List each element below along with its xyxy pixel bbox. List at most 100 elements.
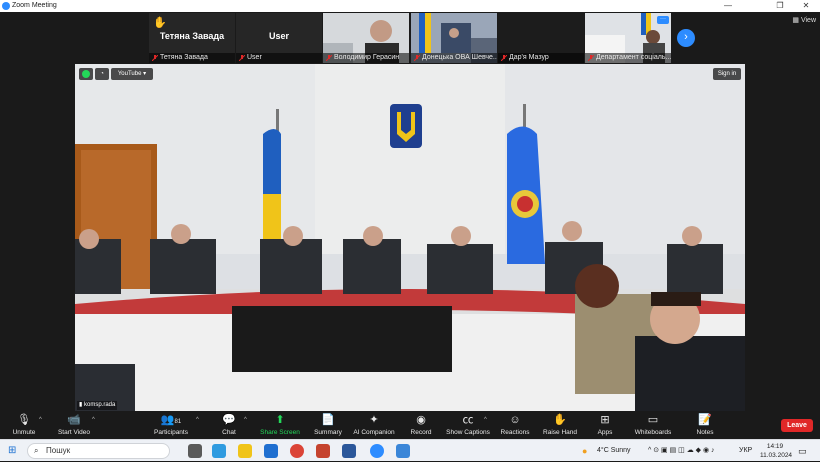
speaker-name: komsp.rada: [83, 402, 116, 408]
muted-mic-icon: [326, 55, 332, 61]
view-button[interactable]: ▦ View: [792, 16, 816, 24]
next-page-button[interactable]: ›: [677, 29, 695, 47]
zoom-logo-icon: [2, 2, 10, 10]
participant-display-name: User: [268, 31, 289, 41]
rss-icon[interactable]: ◔: [95, 68, 109, 80]
more-options-icon[interactable]: ···: [657, 16, 669, 24]
whiteboards-label: Whiteboards: [634, 429, 672, 436]
ai-companion-button[interactable]: ✦ AI Companion: [350, 413, 398, 436]
muted-mic-icon: 🎙: [17, 414, 31, 426]
maximize-button[interactable]: ❐: [766, 0, 794, 12]
view-label: View: [800, 17, 816, 24]
record-button[interactable]: ◉ Record: [406, 413, 436, 436]
summary-button[interactable]: 📄 Summary: [312, 413, 344, 436]
start-video-label: Start Video: [57, 429, 91, 436]
sign-in-button[interactable]: Sign in: [713, 68, 741, 80]
chevron-up-icon[interactable]: ^: [484, 417, 487, 423]
reactions-label: Reactions: [500, 429, 530, 436]
participant-tile[interactable]: ✋ Тетяна Завада Тетяна Завада: [149, 13, 235, 63]
weather[interactable]: 4°C Sunny: [597, 440, 631, 462]
apps-label: Apps: [597, 429, 613, 436]
participant-name: Володимир Герасин: [323, 53, 409, 63]
windows-taskbar: ⊞ ⌕ Пошук ● 4°C Sunny ^ ⊙ ▣ ▤ ◫ ☁ ◆ ◉ ♪ …: [0, 439, 820, 461]
youtube-overlay: ◔ YouTube ▾: [79, 68, 179, 82]
participant-tile[interactable]: Донецька ОВА Шевче...: [411, 13, 497, 63]
ai-companion-label: AI Companion: [353, 429, 395, 436]
grid-icon: ▦: [792, 17, 799, 24]
muted-mic-icon: [501, 55, 507, 61]
participants-label: Participants: [154, 429, 188, 436]
reactions-button[interactable]: ☺ Reactions: [498, 413, 532, 436]
chevron-up-icon[interactable]: ^: [196, 417, 199, 423]
participants-icon: 👥81: [160, 414, 182, 426]
summary-label: Summary: [314, 429, 342, 436]
minimize-button[interactable]: —: [714, 0, 742, 12]
sun-icon: ●: [582, 446, 588, 456]
video-off-icon: 📹: [67, 414, 81, 426]
share-screen-icon: ⬆: [275, 414, 285, 426]
participant-tile[interactable]: User User: [236, 13, 322, 63]
main-video: ◔ YouTube ▾ Sign in ▮ komsp.rada: [75, 64, 745, 411]
unmute-label: Unmute: [12, 429, 36, 436]
title-bar: Zoom Meeting — ❐ ✕: [0, 0, 820, 12]
participant-name: Тетяна Завада: [149, 53, 235, 63]
participant-tile[interactable]: Володимир Герасин: [323, 13, 409, 63]
conference-room-video: [75, 64, 745, 411]
close-button[interactable]: ✕: [792, 0, 820, 12]
tray-icons[interactable]: ^ ⊙ ▣ ▤ ◫ ☁ ◆ ◉ ♪: [648, 440, 715, 462]
notes-button[interactable]: 📝 Notes: [692, 413, 718, 436]
youtube-menu-button[interactable]: YouTube ▾: [111, 68, 153, 80]
whiteboards-button[interactable]: ▭ Whiteboards: [630, 413, 676, 436]
participant-strip: ✋ Тетяна Завада Тетяна Завада User User …: [0, 12, 820, 64]
word-icon[interactable]: [342, 444, 356, 458]
record-label: Record: [410, 429, 432, 436]
notifications-icon[interactable]: ▭: [798, 440, 807, 462]
raise-hand-label: Raise Hand: [543, 429, 577, 436]
youtube-label: YouTube: [117, 71, 142, 77]
leave-button[interactable]: Leave: [781, 419, 813, 432]
zoom-taskbar-icon[interactable]: [370, 444, 384, 458]
chevron-up-icon[interactable]: ^: [244, 417, 247, 423]
hand-icon: ✋: [553, 414, 567, 426]
taskbar-search[interactable]: ⌕ Пошук: [27, 443, 170, 459]
participant-display-name: Тетяна Завада: [159, 31, 225, 41]
unmute-button[interactable]: 🎙 Unmute: [6, 413, 42, 436]
participant-tile[interactable]: Дар'я Мазур: [498, 13, 584, 63]
participant-count: 81: [174, 419, 182, 425]
language-indicator[interactable]: УКР: [739, 440, 752, 462]
chevron-up-icon[interactable]: ^: [39, 417, 42, 423]
chrome-icon[interactable]: [290, 444, 304, 458]
chat-button[interactable]: 💬 Chat: [214, 413, 244, 436]
share-screen-button[interactable]: ⬆ Share Screen: [258, 413, 302, 436]
app-icon[interactable]: [396, 444, 410, 458]
powerpoint-icon[interactable]: [316, 444, 330, 458]
windows-start-icon[interactable]: ⊞: [8, 445, 16, 456]
chevron-up-icon[interactable]: ^: [92, 417, 95, 423]
participants-button[interactable]: 👥81 Participants: [150, 413, 192, 436]
shield-icon[interactable]: [79, 68, 93, 80]
reaction-icon: ☺: [509, 414, 521, 426]
speaker-label: ▮ komsp.rada: [77, 401, 118, 410]
signal-icon: ▮: [79, 402, 83, 408]
start-video-button[interactable]: 📹 Start Video: [54, 413, 94, 436]
apps-icon: ⊞: [600, 414, 610, 426]
meeting-toolbar: 🎙 Unmute ^ 📹 Start Video ^ 👥81 Participants…: [0, 411, 820, 439]
raised-hand-icon: ✋: [153, 17, 167, 29]
raise-hand-button[interactable]: ✋ Raise Hand: [540, 413, 580, 436]
muted-mic-icon: [414, 55, 420, 61]
apps-button[interactable]: ⊞ Apps: [592, 413, 618, 436]
summary-icon: 📄: [321, 414, 335, 426]
mail-icon[interactable]: [264, 444, 278, 458]
participant-name: User: [236, 53, 322, 63]
file-explorer-icon[interactable]: [238, 444, 252, 458]
chat-label: Chat: [222, 429, 236, 436]
edge-icon[interactable]: [212, 444, 226, 458]
task-view-icon[interactable]: [188, 444, 202, 458]
chat-icon: 💬: [222, 414, 236, 426]
share-screen-label: Share Screen: [260, 429, 300, 436]
muted-mic-icon: [152, 55, 158, 61]
clock[interactable]: 14:19 11.03.2024: [760, 442, 792, 460]
notes-icon: 📝: [698, 414, 712, 426]
chevron-right-icon: ›: [684, 31, 688, 43]
participant-tile[interactable]: ··· Департамент соціаль...: [585, 13, 671, 63]
